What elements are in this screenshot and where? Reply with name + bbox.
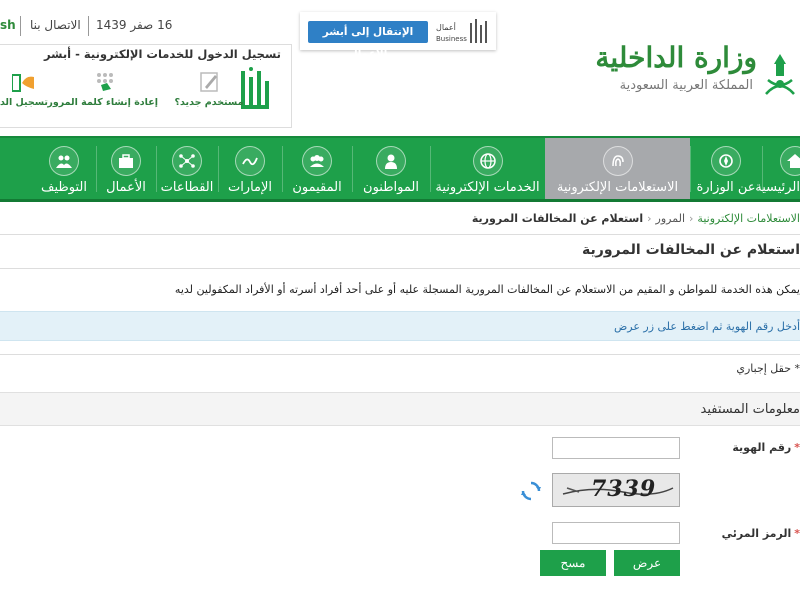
required-field-note: * حقل إجباري xyxy=(736,362,800,375)
breadcrumb-current: استعلام عن المخالفات المرورية xyxy=(471,212,644,225)
reset-password-link[interactable]: إعادة إنشاء كلمة المرور xyxy=(47,71,158,123)
clear-button[interactable]: مسح xyxy=(540,550,606,576)
login-arrow-icon xyxy=(12,74,34,92)
emblem-icon xyxy=(711,146,741,176)
service-description: يمكن هذه الخدمة للمواطن و المقيم من الاس… xyxy=(174,283,800,296)
page-title: استعلام عن المخالفات المرورية xyxy=(582,242,800,258)
group-icon xyxy=(302,146,332,176)
breadcrumb-arrow-icon: ‹ xyxy=(689,212,694,225)
instruction-text: أدخل رقم الهوية ثم اضغط على زر عرض xyxy=(613,320,800,333)
globe-icon xyxy=(472,146,503,176)
absher-mark-icon xyxy=(470,19,487,43)
main-navigation: الرئيسية عن الوزارة الاستعلامات الإلكترو… xyxy=(0,136,800,202)
login-panel-title: تسجيل الدخول للخدمات الإلكترونية - أبشر xyxy=(44,47,281,61)
required-star: * xyxy=(794,527,800,540)
captcha-image: 7339 xyxy=(552,473,680,507)
nav-item-about-ministry[interactable]: عن الوزارة xyxy=(690,138,762,199)
people-icon xyxy=(49,146,79,176)
absher-business-box: الإنتقال إلى أبشر الأعمال أعمال Business xyxy=(300,12,496,60)
nav-item-emirates[interactable]: الإمارات xyxy=(218,138,282,199)
nav-item-electronic-inquiries[interactable]: الاستعلامات الإلكترونية xyxy=(545,138,690,199)
nav-item-citizens[interactable]: المواطنون xyxy=(352,138,430,199)
nav-item-sectors[interactable]: القطاعات xyxy=(156,138,218,199)
nav-item-business[interactable]: الأعمال xyxy=(96,138,156,199)
divider xyxy=(88,16,89,36)
section-title: معلومات المستفيد xyxy=(700,402,800,417)
kingdom-name: المملكة العربية السعودية xyxy=(619,78,753,93)
calligraphy-icon xyxy=(235,146,265,176)
nav-item-electronic-services[interactable]: الخدمات الإلكترونية xyxy=(430,138,545,199)
login-link[interactable]: تسجيل الدخ xyxy=(0,71,48,123)
ministry-name: وزارة الداخلية xyxy=(595,41,757,74)
briefcase-icon xyxy=(111,146,141,176)
language-link[interactable]: sh xyxy=(0,18,16,32)
beneficiary-section-header: معلومات المستفيد xyxy=(0,392,800,426)
breadcrumb-traffic[interactable]: المرور xyxy=(656,212,685,225)
top-bar: sh الاتصال بنا 16 صفر 1439 xyxy=(0,12,300,42)
submit-button[interactable]: عرض xyxy=(614,550,680,576)
saudi-emblem-icon xyxy=(765,54,795,95)
breadcrumb-electronic-inquiries[interactable]: الاستعلامات الإلكترونية xyxy=(697,212,800,225)
absher-business-logo: أعمال Business xyxy=(436,17,490,47)
pencil-icon xyxy=(200,72,218,92)
network-icon xyxy=(172,146,202,176)
divider xyxy=(0,234,800,235)
nav-item-residents[interactable]: المقيمون xyxy=(282,138,352,199)
instruction-box: أدخل رقم الهوية ثم اضغط على زر عرض xyxy=(0,311,800,341)
divider xyxy=(20,16,21,36)
absher-business-button[interactable]: الإنتقال إلى أبشر الأعمال xyxy=(308,21,428,60)
breadcrumb: الاستعلامات الإلكترونية‹المرور‹استعلام ع… xyxy=(472,212,800,230)
hijri-date: 16 صفر 1439 xyxy=(96,18,173,32)
breadcrumb-arrow-icon: ‹ xyxy=(647,212,652,225)
required-star: * xyxy=(794,441,800,454)
fingerprint-icon xyxy=(602,146,633,176)
home-icon xyxy=(780,146,800,176)
nav-item-home[interactable]: الرئيسية xyxy=(755,138,800,199)
contact-link[interactable]: الاتصال بنا xyxy=(30,18,81,32)
id-number-input[interactable] xyxy=(552,437,680,459)
absher-login-panel: تسجيل الدخول للخدمات الإلكترونية - أبشر … xyxy=(0,44,292,128)
keypad-icon xyxy=(97,73,113,91)
ministry-title: وزارة الداخلية المملكة العربية السعودية xyxy=(595,40,757,96)
refresh-captcha-icon[interactable] xyxy=(520,480,542,502)
id-number-label: *رقم الهوية xyxy=(732,441,800,454)
captcha-code-input[interactable] xyxy=(552,522,680,544)
captcha-code-label: *الرمز المرئي xyxy=(721,527,800,540)
new-user-link[interactable]: مستخدم جديد؟ xyxy=(174,71,244,123)
divider xyxy=(0,268,800,269)
nav-item-employment[interactable]: التوظيف xyxy=(32,138,96,199)
citizen-icon xyxy=(376,146,406,176)
captcha-text: 7339 xyxy=(591,476,657,502)
divider xyxy=(0,354,800,355)
